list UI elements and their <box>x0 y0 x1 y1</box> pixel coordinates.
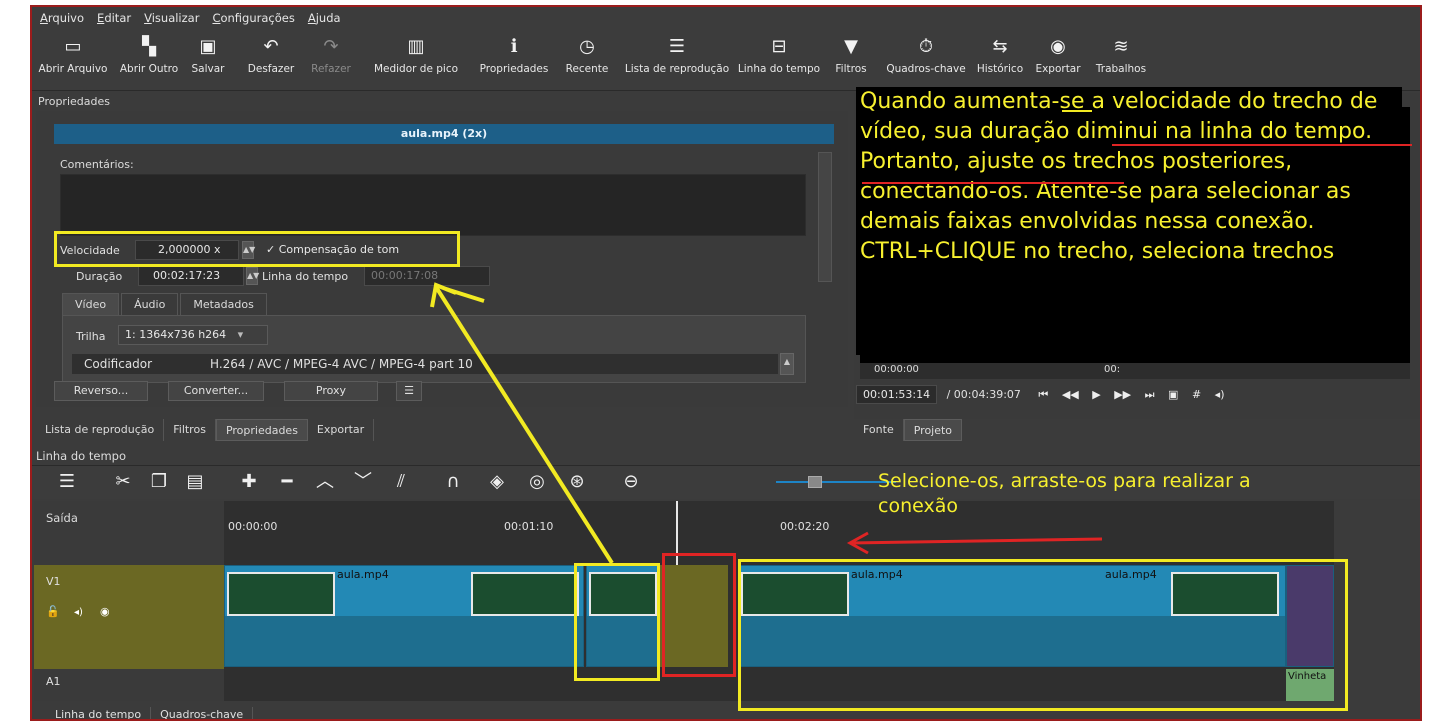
arrow-left <box>849 537 1103 545</box>
arrow-tail <box>445 287 485 303</box>
arrow-to-speed <box>434 285 614 565</box>
annotation-arrows <box>430 110 1412 565</box>
app-window: Arquivo Editar Visualizar Configurações … <box>30 5 1422 721</box>
